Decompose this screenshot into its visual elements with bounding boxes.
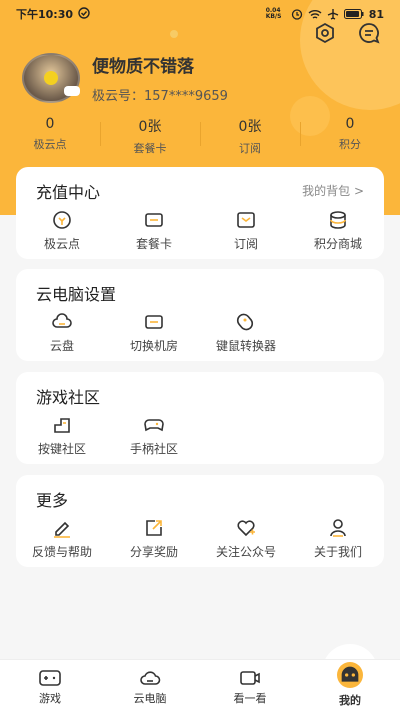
more-item-feedback[interactable]: 反馈与帮助: [16, 517, 108, 560]
tab-cloud-pc[interactable]: 云电脑: [100, 660, 200, 711]
profile-header[interactable]: 便物质不错落 极云号：157****9659: [22, 52, 228, 104]
card-title: 充值中心: [36, 183, 101, 202]
tab-label: 云电脑: [133, 692, 167, 705]
status-time: 下午10:30: [16, 8, 74, 21]
item-label: 关注公众号: [215, 545, 276, 559]
item-label: 积分商城: [313, 237, 362, 251]
controller-icon: [39, 670, 61, 686]
cloud-icon: [140, 671, 161, 685]
stat-credits[interactable]: 0 积分: [300, 116, 400, 156]
tab-label: 游戏: [39, 692, 61, 705]
stat-value: 0张: [238, 119, 262, 135]
stat-label: 订阅: [239, 142, 261, 155]
status-check-icon: [78, 6, 90, 22]
tab-label: 我的: [339, 694, 361, 707]
message-icon[interactable]: [358, 22, 380, 44]
more-item-follow[interactable]: 关注公众号: [200, 517, 292, 560]
item-label: 极云点: [43, 237, 80, 251]
user-id: 极云号：157****9659: [92, 85, 228, 104]
battery-level: 81: [368, 7, 384, 21]
subscribe-icon: [237, 212, 255, 228]
edit-icon: [54, 521, 70, 538]
recharge-center-card: 充值中心 我的背包 > 极云点 套餐卡 订阅 积分商城: [16, 167, 384, 259]
settings-item-mouse-converter[interactable]: 键鼠转换器: [200, 311, 292, 354]
item-label: 手柄社区: [129, 442, 178, 456]
item-label: 按键社区: [37, 442, 86, 456]
user-icon: [330, 519, 346, 537]
settings-item-cloud-disk[interactable]: 云盘: [16, 311, 108, 354]
airplane-icon: [327, 8, 339, 20]
tab-game[interactable]: 游戏: [0, 660, 100, 711]
item-label: 关于我们: [313, 545, 362, 559]
recharge-item-points[interactable]: 极云点: [16, 209, 108, 252]
username: 便物质不错落: [92, 57, 194, 77]
cloud-pc-settings-card: 云电脑设置 云盘 切换机房 键鼠转换器: [16, 269, 384, 361]
card-icon: [145, 213, 163, 227]
item-label: 套餐卡: [135, 237, 172, 251]
tab-watch[interactable]: 看一看: [200, 660, 300, 711]
user-id-label: 极云号：: [92, 89, 145, 104]
item-label: 键鼠转换器: [215, 339, 276, 353]
wifi-icon: [308, 9, 322, 20]
recharge-item-package[interactable]: 套餐卡: [108, 209, 200, 252]
battery-icon: [343, 9, 364, 19]
item-label: 订阅: [233, 237, 258, 251]
recharge-item-shop[interactable]: 积分商城: [292, 209, 384, 252]
stat-points[interactable]: 0 极云点: [0, 116, 100, 156]
card-title: 游戏社区: [36, 388, 101, 407]
community-item-gamepad[interactable]: 手柄社区: [108, 414, 200, 457]
share-icon: [146, 520, 162, 536]
net-speed: 0.04 KB/S: [265, 7, 282, 20]
user-id-value: 157****9659: [144, 89, 228, 104]
stat-subscriptions[interactable]: 0张 订阅: [200, 116, 300, 156]
item-label: 云盘: [49, 339, 74, 353]
stat-label: 极云点: [33, 138, 67, 151]
bottom-tab-bar: 游戏 云电脑 看一看 我的: [0, 659, 400, 711]
key-icon: [54, 418, 70, 433]
stat-package-cards[interactable]: 0张 套餐卡: [100, 116, 200, 156]
tab-label: 看一看: [233, 692, 267, 705]
community-item-keys[interactable]: 按键社区: [16, 414, 108, 457]
more-item-about[interactable]: 关于我们: [292, 517, 384, 560]
mouse-icon: [236, 313, 254, 331]
points-icon: [330, 211, 346, 229]
card-title: 云电脑设置: [36, 285, 117, 304]
stat-label: 积分: [339, 138, 361, 151]
stat-value: 0张: [138, 119, 162, 135]
cloud-disk-icon: [52, 313, 72, 328]
my-backpack-link[interactable]: 我的背包 >: [302, 182, 364, 199]
settings-icon[interactable]: [314, 22, 336, 44]
more-item-share[interactable]: 分享奖励: [108, 517, 200, 560]
card-title: 更多: [36, 491, 69, 510]
stats-row: 0 极云点 0张 套餐卡 0张 订阅 0 积分: [0, 116, 400, 156]
vip-badge-icon: [64, 86, 80, 96]
more-card: 更多 反馈与帮助 分享奖励 关注公众号 关于我们: [16, 475, 384, 567]
settings-item-switch-server[interactable]: 切换机房: [108, 311, 200, 354]
item-label: 分享奖励: [129, 545, 178, 559]
coin-icon: [53, 211, 71, 229]
tab-me[interactable]: 我的: [300, 660, 400, 711]
recharge-item-subscribe[interactable]: 订阅: [200, 209, 292, 252]
item-label: 切换机房: [129, 339, 178, 353]
video-icon: [240, 671, 260, 685]
heart-icon: [237, 520, 255, 537]
item-label: 反馈与帮助: [31, 545, 92, 559]
stat-label: 套餐卡: [133, 142, 167, 155]
server-switch-icon: [145, 315, 163, 329]
stat-value: 0: [345, 116, 355, 132]
me-icon: [337, 662, 363, 688]
stat-value: 0: [45, 116, 55, 132]
alarm-icon: [291, 8, 303, 20]
game-community-card: 游戏社区 按键社区 手柄社区: [16, 372, 384, 464]
gamepad-icon: [144, 419, 164, 432]
